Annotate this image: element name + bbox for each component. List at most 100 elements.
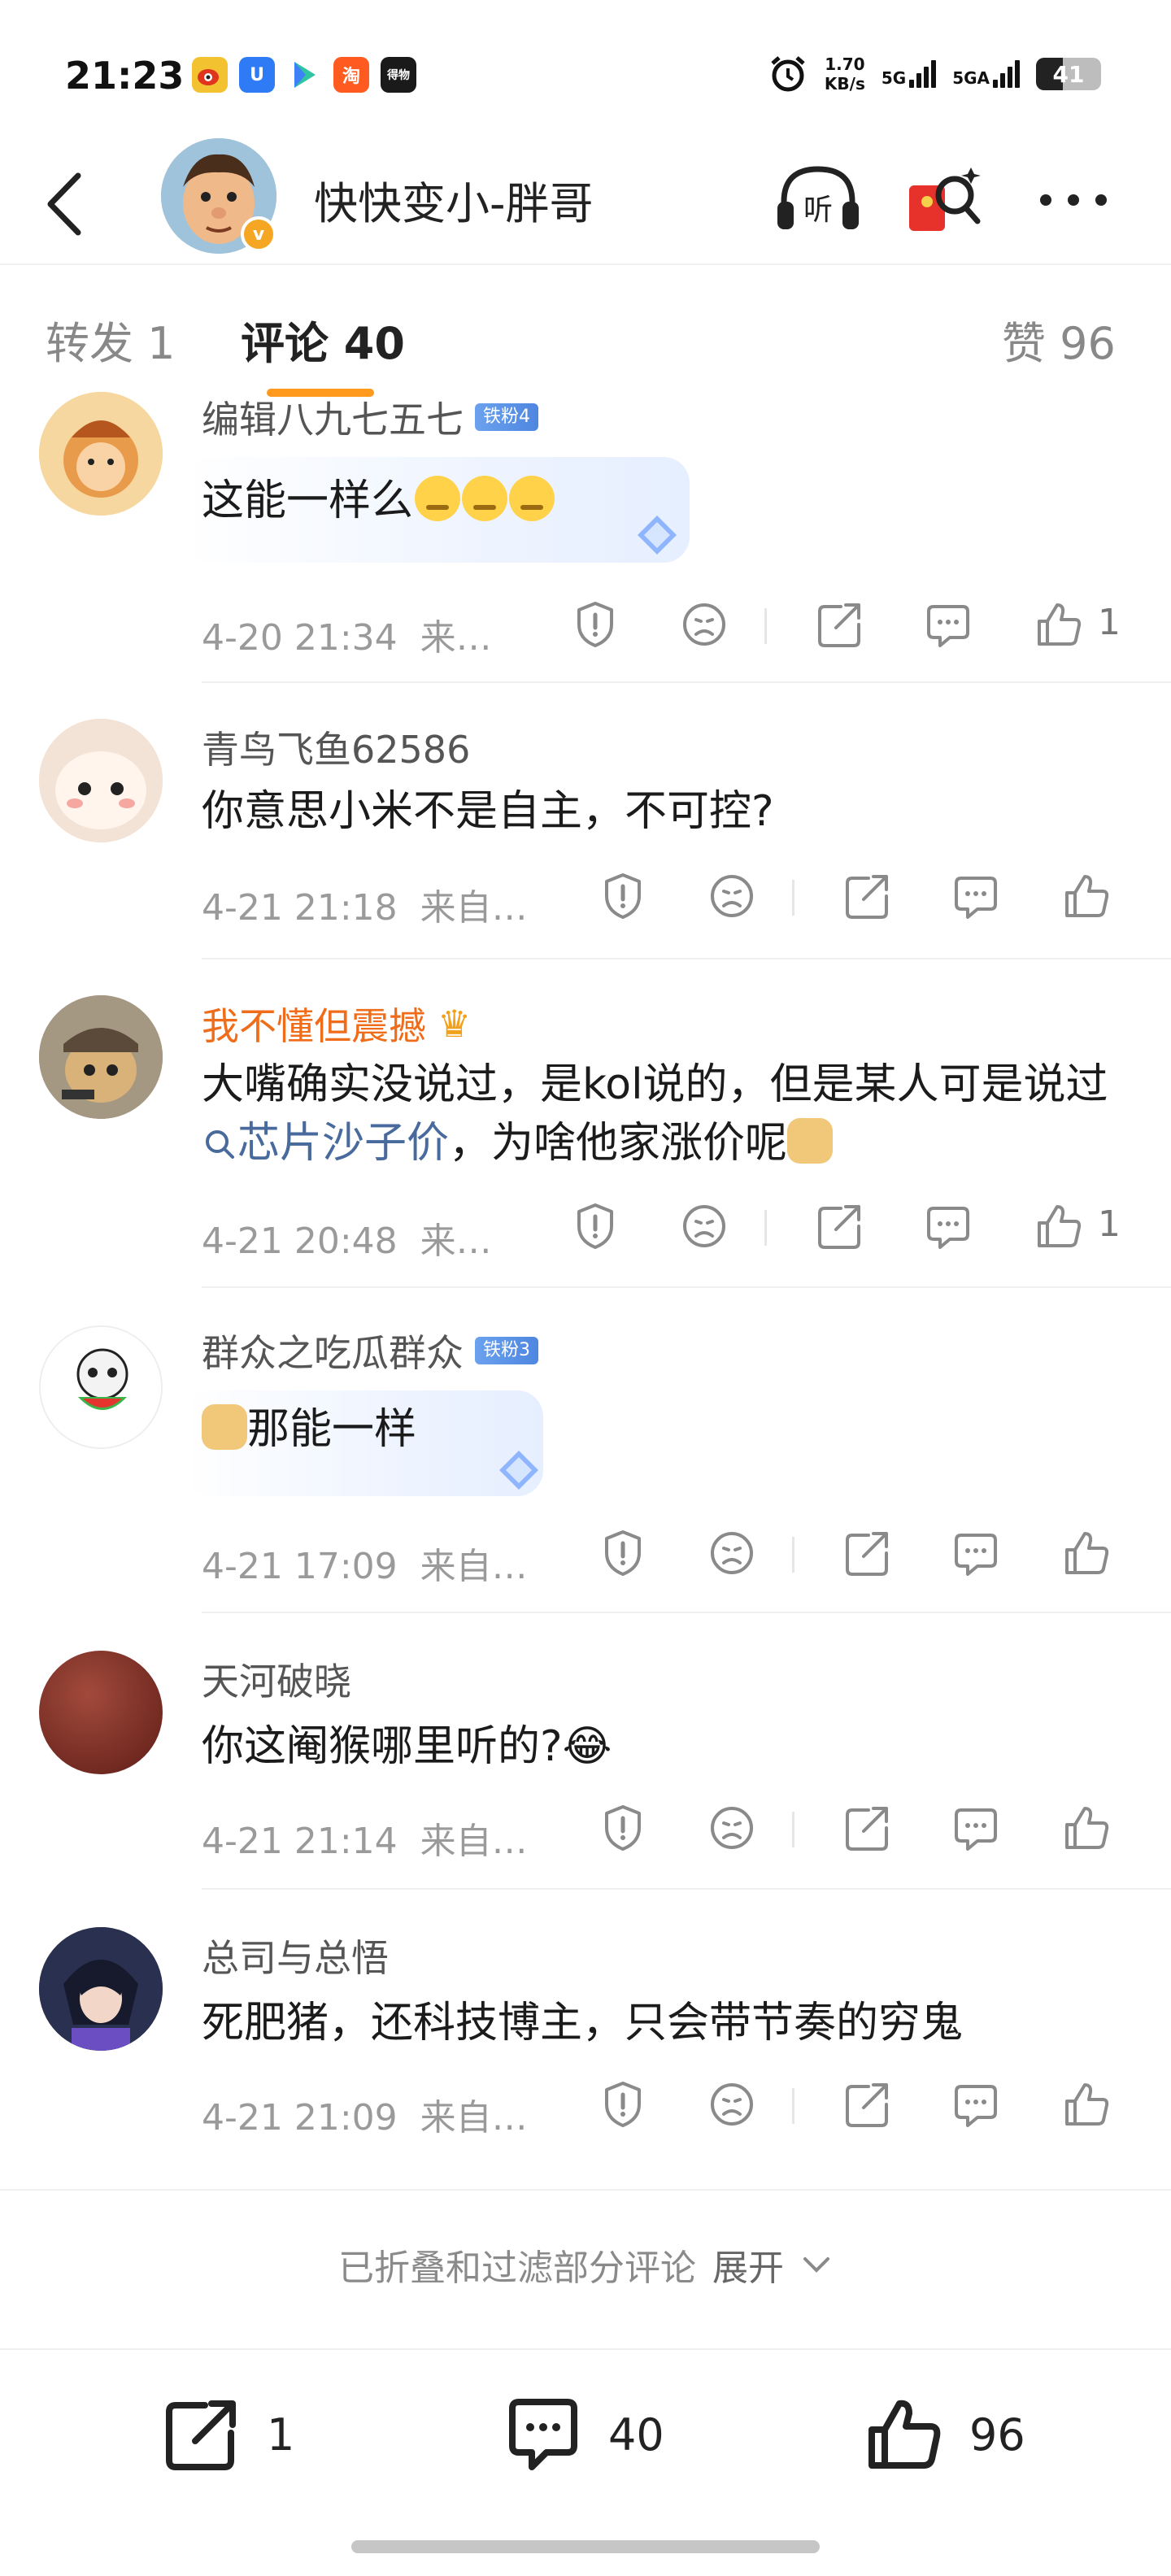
divider: [202, 681, 1171, 683]
red-packet-search-button[interactable]: [903, 159, 984, 244]
thumbs-up-icon: [1065, 1532, 1109, 1574]
like-button[interactable]: [1060, 870, 1112, 922]
dislike-face-icon: [711, 2083, 753, 2126]
page-title: 快快变小-胖哥: [314, 178, 594, 229]
action-separator: [792, 2088, 794, 2124]
comment-button[interactable]: 40: [501, 2392, 664, 2477]
reply-button[interactable]: [950, 1802, 1002, 1854]
bottom-action-bar: 1 40 96: [0, 2348, 1171, 2527]
report-button[interactable]: [569, 598, 621, 651]
like-button[interactable]: [1060, 1527, 1112, 1579]
reply-button[interactable]: [922, 598, 974, 651]
repost-button[interactable]: 1: [159, 2392, 294, 2477]
comment-username[interactable]: 天河破晓: [202, 1652, 351, 1706]
divider: [202, 1286, 1171, 1288]
share-button[interactable]: [841, 1802, 893, 1854]
action-separator: [792, 880, 794, 916]
thumbs-up-icon: [1065, 1807, 1109, 1849]
topic-link[interactable]: 芯片沙子价: [202, 1119, 449, 1168]
report-button[interactable]: [597, 870, 649, 922]
chevron-down-icon: [803, 2257, 829, 2273]
comment-meta: 4-21 21:18 来自…: [202, 887, 528, 929]
share-button[interactable]: [841, 2078, 893, 2130]
comment-username[interactable]: 我不懂但震撼 ♛: [202, 997, 471, 1051]
tab-comments[interactable]: 评论 40: [241, 307, 405, 372]
folded-text: 已折叠和过滤部分评论: [338, 2247, 696, 2289]
report-button[interactable]: [597, 1527, 649, 1579]
avatar[interactable]: [39, 719, 163, 842]
dislike-face-icon: [711, 1807, 753, 1849]
avatar[interactable]: [39, 995, 163, 1119]
diamond-icon: [638, 516, 677, 555]
comment-icon: [927, 605, 969, 647]
share-icon: [846, 1532, 888, 1576]
dislike-button[interactable]: [678, 598, 730, 651]
like-button[interactable]: [1060, 2078, 1112, 2130]
dislike-button[interactable]: [706, 2078, 758, 2130]
reply-button[interactable]: [950, 2078, 1002, 2130]
like-button[interactable]: 96: [862, 2392, 1025, 2477]
avatar[interactable]: [39, 1325, 163, 1449]
like-button[interactable]: [1060, 1802, 1112, 1854]
avatar[interactable]: [39, 1927, 163, 2051]
home-indicator[interactable]: [351, 2540, 820, 2553]
report-button[interactable]: [597, 2078, 649, 2130]
report-button[interactable]: [597, 1802, 649, 1854]
dislike-button[interactable]: [706, 870, 758, 922]
listen-button[interactable]: 听: [773, 159, 864, 244]
share-icon: [846, 1807, 888, 1851]
comment-actions: [569, 2078, 1138, 2135]
comment-username[interactable]: 总司与总悟: [202, 1929, 389, 1982]
like-button[interactable]: [1033, 1200, 1085, 1252]
divider: [202, 1612, 1171, 1613]
dislike-button[interactable]: [678, 1200, 730, 1252]
comment-like-count: 1: [1098, 1203, 1121, 1245]
reply-button[interactable]: [922, 1200, 974, 1252]
thumbs-up-icon: [868, 2400, 941, 2469]
comment-actions: [569, 1527, 1138, 1584]
play-icon: [286, 57, 322, 93]
share-button[interactable]: [813, 1200, 865, 1252]
folded-comments-bar[interactable]: 已折叠和过滤部分评论 展开: [0, 2189, 1171, 2339]
share-button[interactable]: [841, 870, 893, 922]
expand-button[interactable]: 展开: [712, 2239, 784, 2291]
comment-meta: 4-20 21:34 来…: [202, 617, 492, 659]
alarm-icon: [771, 56, 805, 92]
tab-bar: 转发 1 评论 40 赞 96: [0, 267, 1171, 405]
comment-username[interactable]: 青鸟飞鱼62586: [202, 720, 470, 774]
action-separator: [764, 608, 767, 644]
report-button[interactable]: [569, 1200, 621, 1252]
tab-repost[interactable]: 转发 1: [46, 307, 176, 372]
avatar[interactable]: [39, 392, 163, 516]
comment-username[interactable]: 编辑八九七五七 铁粉4: [202, 390, 538, 444]
dislike-button[interactable]: [706, 1802, 758, 1854]
comment-icon: [955, 1534, 997, 1576]
signal-bars-icon: [993, 60, 1020, 88]
reply-button[interactable]: [950, 1527, 1002, 1579]
comment-username[interactable]: 群众之吃瓜群众 铁粉3: [202, 1324, 538, 1377]
battery-icon: 41: [1036, 58, 1101, 90]
comment-icon: [955, 1808, 997, 1851]
share-button[interactable]: [813, 598, 865, 651]
more-button[interactable]: [1033, 168, 1114, 236]
status-time: 21:23: [65, 54, 185, 98]
share-icon: [166, 2400, 236, 2470]
like-button[interactable]: [1033, 598, 1085, 651]
avatar[interactable]: [39, 1651, 163, 1774]
tab-likes[interactable]: 赞 96: [1002, 307, 1116, 372]
notification-icons: U 淘 得物: [192, 57, 416, 93]
back-button[interactable]: [37, 168, 94, 241]
u-app-icon: U: [239, 57, 275, 93]
report-icon: [605, 873, 641, 919]
share-button[interactable]: [841, 1527, 893, 1579]
reply-button[interactable]: [950, 870, 1002, 922]
dislike-button[interactable]: [706, 1527, 758, 1579]
comment-icon: [955, 877, 997, 919]
share-icon: [846, 875, 888, 919]
thumbs-up-icon: [1065, 2083, 1109, 2126]
comment-actions: [569, 1802, 1138, 1859]
like-count: 96: [969, 2408, 1025, 2461]
diamond-icon: [499, 1451, 538, 1490]
comment-text: 你意思小米不是自主，不可控?: [202, 787, 774, 836]
verified-badge: v: [241, 216, 276, 252]
